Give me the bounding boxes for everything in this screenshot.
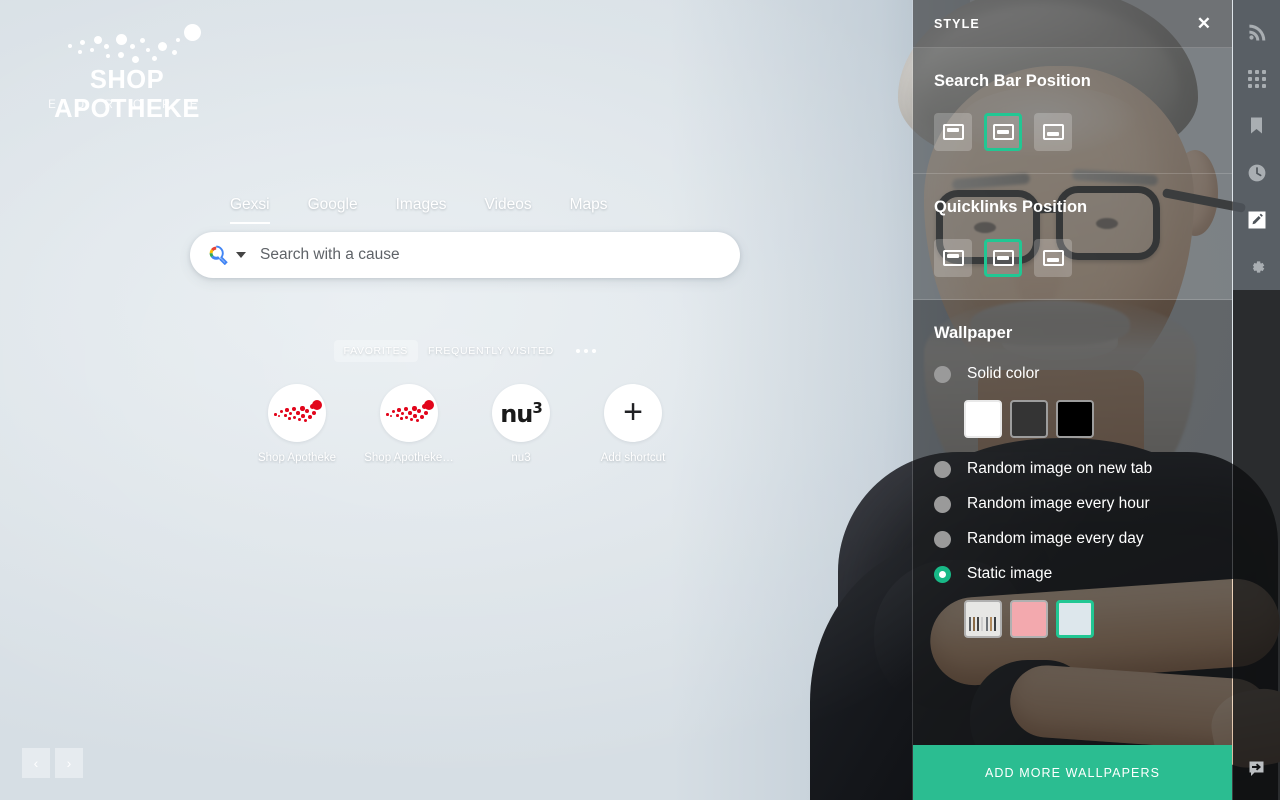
style-panel-header: STYLE ✕: [913, 0, 1232, 48]
quicklink-item[interactable]: nu3 nu3: [465, 384, 577, 464]
search-bar-position-options: [934, 113, 1211, 151]
site-logo: SHOP APOTHEKE E U R O P E: [22, 14, 232, 124]
search-engine-dropdown-icon[interactable]: [236, 252, 246, 258]
wallpaper-option-label: Static image: [967, 565, 1053, 582]
radio-button[interactable]: [934, 565, 951, 583]
close-icon[interactable]: ✕: [1197, 15, 1211, 32]
position-middle-icon: [992, 124, 1014, 140]
solid-color-swatch[interactable]: [964, 400, 1002, 438]
right-sidebar-bottom-group: [1233, 290, 1280, 800]
right-sidebar-top-group: [1233, 0, 1280, 290]
pager-prev-button[interactable]: ‹: [22, 748, 50, 778]
quicklink-label: Shop Apotheke: [257, 452, 336, 464]
solid-color-swatches: [964, 400, 1211, 438]
radio-button[interactable]: [934, 365, 951, 383]
quicklink-item[interactable]: Shop Apotheke…: [353, 384, 465, 464]
search-bar[interactable]: [190, 232, 740, 278]
static-image-thumbnails: [964, 600, 1211, 638]
position-bottom-icon: [1042, 124, 1064, 140]
search-bar-position-top[interactable]: [934, 113, 972, 151]
wallpaper-heading: Wallpaper: [934, 324, 1013, 342]
wallpaper-section: Wallpaper Solid color Random image on new…: [913, 300, 1232, 745]
wallpaper-options: Solid color Random image on new tab Random…: [934, 365, 1211, 638]
quicklink-label: Add shortcut: [600, 452, 666, 464]
plus-icon: +: [604, 384, 662, 442]
search-tab-maps[interactable]: Maps: [570, 196, 608, 224]
history-clock-icon[interactable]: [1233, 149, 1280, 196]
wallpaper-option-label: Random image every day: [967, 530, 1144, 547]
ellipsis-icon[interactable]: [575, 348, 597, 354]
shop-apotheke-logo: [380, 384, 438, 442]
style-panel: STYLE ✕ Search Bar Position Quicklinks P…: [912, 0, 1232, 800]
rss-feed-icon[interactable]: [1233, 8, 1280, 55]
solid-color-swatch[interactable]: [1010, 400, 1048, 438]
search-bar-position-bottom[interactable]: [1034, 113, 1072, 151]
search-bar-position-section: Search Bar Position: [913, 48, 1232, 174]
solid-color-swatch[interactable]: [1056, 400, 1094, 438]
wallpaper-option-label: Random image every hour: [967, 495, 1150, 512]
settings-gear-icon[interactable]: [1233, 243, 1280, 290]
position-top-icon: [942, 124, 964, 140]
logo-name: SHOP APOTHEKE: [54, 66, 200, 123]
quicklinks-position-options: [934, 239, 1211, 277]
quicklinks-position-middle[interactable]: [984, 239, 1022, 277]
nu3-logo: nu3: [492, 384, 550, 442]
quicklinks-list: Shop Apotheke Shop Apotheke… nu3 nu3 + Add sh…: [190, 384, 740, 464]
customize-edit-icon[interactable]: [1233, 196, 1280, 243]
wallpaper-option-random-image-every-hour[interactable]: Random image every hour: [934, 495, 1211, 513]
wallpaper-option-solid-color[interactable]: Solid color: [934, 365, 1211, 383]
add-more-wallpapers-button[interactable]: ADD MORE WALLPAPERS: [913, 745, 1232, 800]
quicklinks-position-bottom[interactable]: [1034, 239, 1072, 277]
search-tab-videos[interactable]: Videos: [484, 196, 531, 224]
search-tab-gexsi[interactable]: Gexsi: [230, 196, 270, 224]
wallpaper-thumbnail-pink[interactable]: [1010, 600, 1048, 638]
search-tab-images[interactable]: Images: [396, 196, 447, 224]
right-sidebar: [1232, 0, 1280, 800]
quicklinks-tab-frequently-visited[interactable]: FREQUENTLY VISITED: [418, 340, 564, 362]
search-bar-position-heading: Search Bar Position: [934, 72, 1091, 90]
quicklink-item[interactable]: + Add shortcut: [577, 384, 689, 464]
quicklinks-position-heading: Quicklinks Position: [934, 198, 1088, 216]
quicklinks-tab-favorites[interactable]: FAVORITES: [333, 340, 418, 362]
wallpaper-option-label: Random image on new tab: [967, 460, 1153, 477]
wallpaper-thumbnail-light-blue[interactable]: [1056, 600, 1094, 638]
radio-button[interactable]: [934, 530, 951, 548]
logo-dots-graphic: [60, 18, 220, 68]
wallpaper-option-random-image-on-new-tab[interactable]: Random image on new tab: [934, 460, 1211, 478]
wallpaper-option-label: Solid color: [967, 365, 1040, 382]
apps-grid-icon[interactable]: [1233, 55, 1280, 102]
quicklink-label: nu3: [511, 452, 531, 464]
quicklinks-pager: ‹ ›: [22, 748, 83, 778]
search-input[interactable]: [260, 246, 722, 264]
quicklinks-position-top[interactable]: [934, 239, 972, 277]
search-area: Gexsi Google Images Videos Maps: [190, 196, 740, 278]
position-top-icon: [942, 250, 964, 266]
quicklink-item[interactable]: Shop Apotheke: [241, 384, 353, 464]
quicklinks-position-section: Quicklinks Position: [913, 174, 1232, 300]
quicklink-label: Shop Apotheke…: [364, 452, 454, 464]
radio-button[interactable]: [934, 460, 951, 478]
chat-message-icon[interactable]: [1233, 744, 1280, 792]
logo-subtitle: E U R O P E: [48, 99, 206, 111]
quicklinks-tabs: FAVORITES FREQUENTLY VISITED: [190, 340, 740, 362]
bookmark-icon[interactable]: [1233, 102, 1280, 149]
shop-apotheke-logo: [268, 384, 326, 442]
search-engine-tabs: Gexsi Google Images Videos Maps: [190, 196, 740, 224]
radio-button[interactable]: [934, 495, 951, 513]
search-bar-position-middle[interactable]: [984, 113, 1022, 151]
pager-next-button[interactable]: ›: [55, 748, 83, 778]
quicklinks-section: FAVORITES FREQUENTLY VISITED Shop Apothek…: [190, 340, 740, 464]
wallpaper-option-static-image[interactable]: Static image: [934, 565, 1211, 583]
style-panel-title: STYLE: [934, 16, 980, 31]
search-tab-google[interactable]: Google: [308, 196, 358, 224]
position-bottom-icon: [1042, 250, 1064, 266]
wallpaper-thumbnail-shelf-photo[interactable]: [964, 600, 1002, 638]
search-icon: [208, 245, 228, 265]
wallpaper-option-random-image-every-day[interactable]: Random image every day: [934, 530, 1211, 548]
position-middle-icon: [992, 250, 1014, 266]
